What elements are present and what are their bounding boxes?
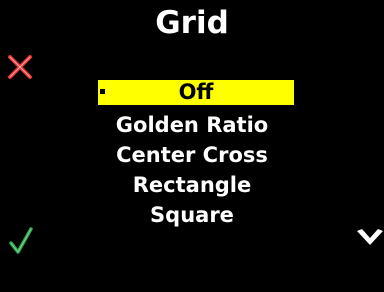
close-icon	[8, 55, 32, 79]
close-button[interactable]	[7, 54, 33, 80]
menu-item-label: Rectangle	[132, 173, 252, 197]
menu-item-label: Golden Ratio	[115, 113, 269, 137]
grid-options-list: Off Golden Ratio Center Cross Rectangle …	[0, 80, 384, 230]
menu-item-label: Center Cross	[116, 143, 268, 167]
grid-settings-screen: Grid Off Golden Ratio Center Cross Recta…	[0, 0, 384, 292]
menu-item-center-cross[interactable]: Center Cross	[0, 140, 384, 170]
menu-item-label: Off	[178, 80, 214, 104]
menu-item-golden-ratio[interactable]: Golden Ratio	[0, 110, 384, 140]
menu-item-off[interactable]: Off	[98, 80, 294, 105]
page-title: Grid	[155, 5, 229, 41]
checkmark-icon	[9, 227, 33, 254]
confirm-button[interactable]	[8, 226, 34, 256]
menu-item-rectangle[interactable]: Rectangle	[0, 170, 384, 200]
menu-item-label: Square	[150, 203, 234, 227]
scroll-down-button[interactable]	[356, 228, 384, 248]
menu-item-square[interactable]: Square	[0, 200, 384, 230]
chevron-down-icon	[357, 229, 383, 245]
